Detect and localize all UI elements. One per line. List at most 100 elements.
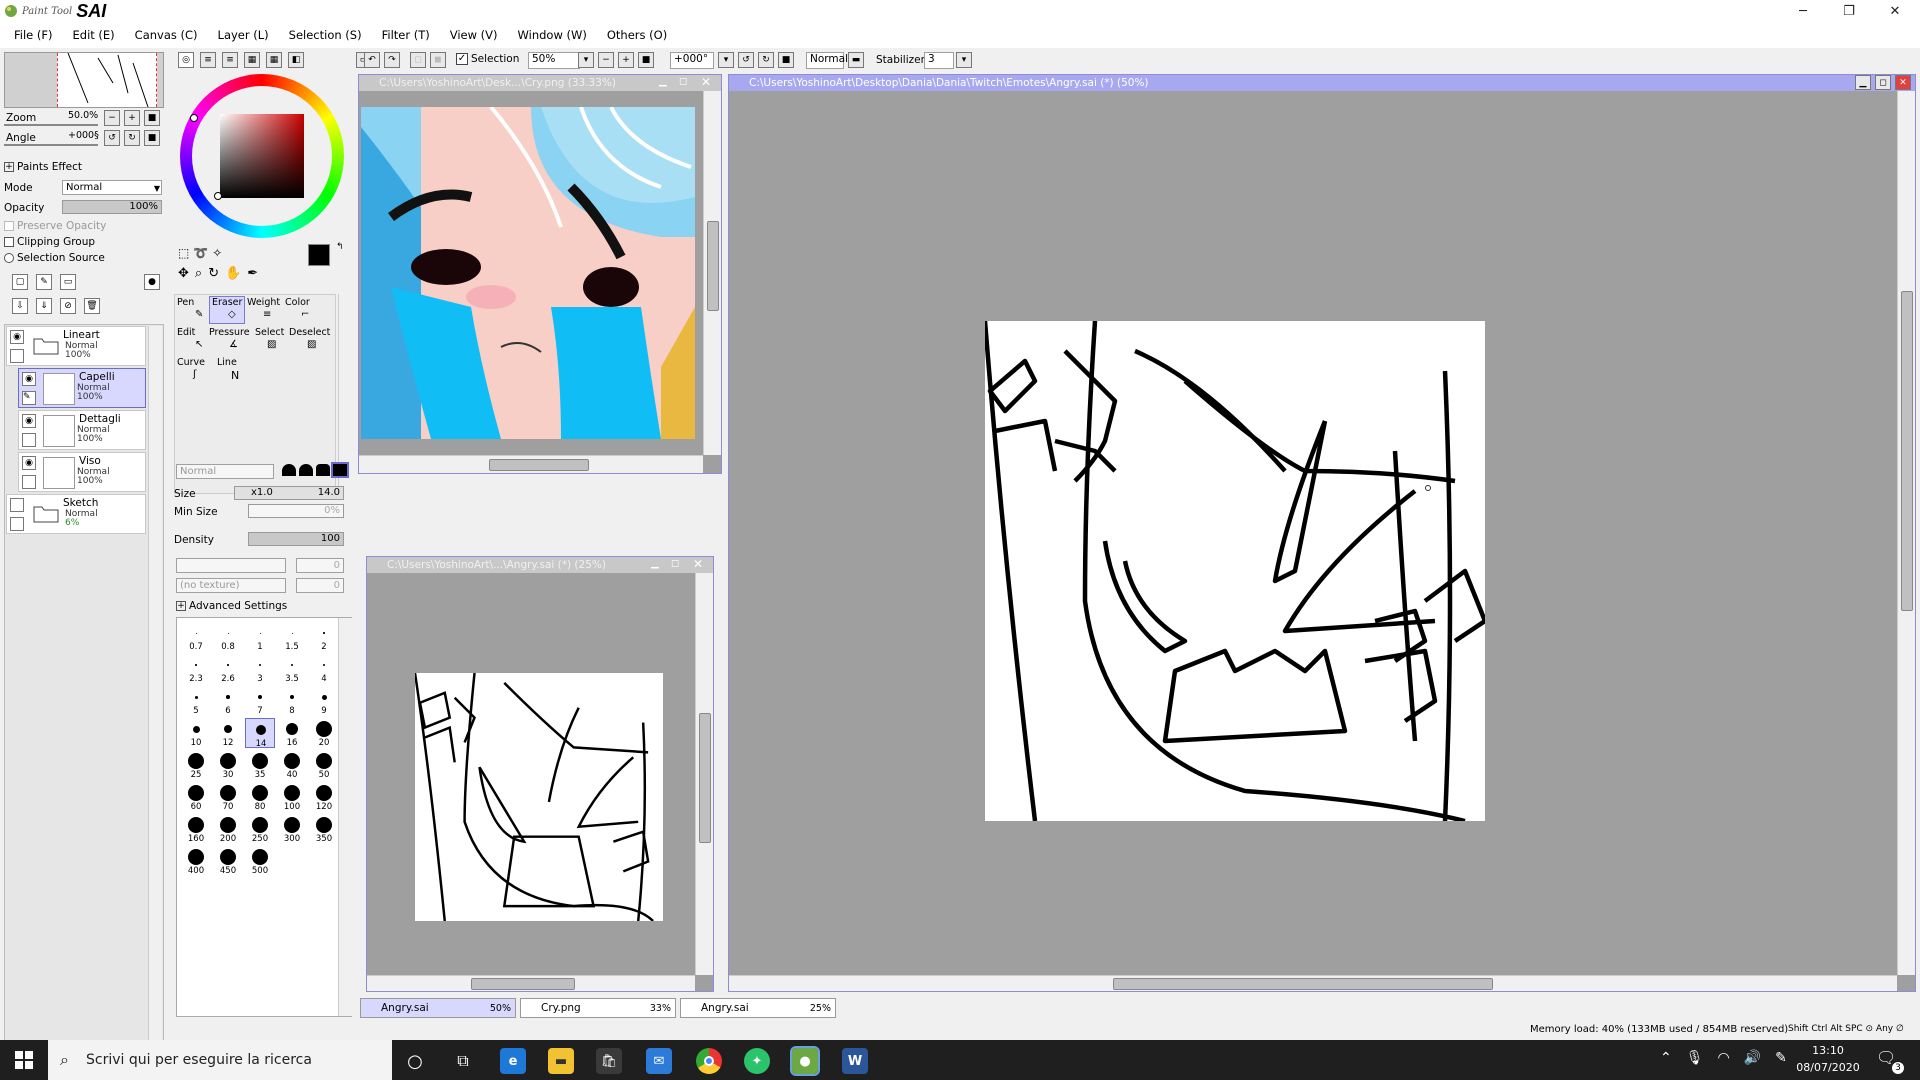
eyedropper-icon[interactable]: ✒ bbox=[247, 266, 258, 281]
texture-strength-field-1[interactable]: 0 bbox=[296, 558, 344, 573]
doc-maximize-icon[interactable]: ◻ bbox=[679, 76, 687, 87]
tool-weight[interactable]: Weight ≡ bbox=[247, 297, 281, 323]
brush-size-preset[interactable]: 2.6 bbox=[213, 654, 243, 684]
brush-size-preset[interactable]: 2.3 bbox=[181, 654, 211, 684]
taskbar-search-box[interactable]: ⌕ Scrivi qui per eseguire la ricerca bbox=[48, 1040, 392, 1080]
tool-curve[interactable]: Curve ʃ bbox=[177, 357, 207, 383]
angry-main-canvas[interactable] bbox=[985, 321, 1485, 821]
mode-select[interactable]: Normal ▼ bbox=[62, 180, 162, 195]
angry-small-vertical-scrollbar[interactable] bbox=[695, 573, 713, 975]
brush-size-preset[interactable]: 14 bbox=[245, 718, 275, 749]
brush-size-preset[interactable]: 2 bbox=[309, 622, 339, 652]
tool-color[interactable]: Color ⌐ bbox=[285, 297, 319, 323]
brush-size-preset[interactable]: 10 bbox=[181, 718, 211, 748]
rotate-ccw-icon[interactable]: ↺ bbox=[738, 52, 754, 68]
scrollbar-thumb[interactable] bbox=[707, 221, 719, 311]
layer-sketch[interactable]: Sketch Normal 6% bbox=[6, 494, 146, 534]
brush-size-preset[interactable]: 70 bbox=[213, 782, 243, 812]
brush-size-preset[interactable]: 16 bbox=[277, 718, 307, 748]
green-app-icon[interactable]: ✦ bbox=[744, 1048, 770, 1074]
doc-minimize-icon[interactable]: ▁ bbox=[651, 558, 659, 569]
layer-lock-checkbox[interactable] bbox=[22, 433, 36, 447]
brush-size-preset[interactable]: 9 bbox=[309, 686, 339, 716]
menu-view[interactable]: View (V) bbox=[440, 28, 508, 42]
word-icon[interactable]: W bbox=[842, 1048, 868, 1074]
brush-size-preset[interactable]: 200 bbox=[213, 814, 243, 844]
menu-selection[interactable]: Selection (S) bbox=[279, 28, 372, 42]
menu-layer[interactable]: Layer (L) bbox=[208, 28, 279, 42]
opacity-slider[interactable]: 100% bbox=[62, 200, 162, 214]
cry-canvas[interactable] bbox=[361, 107, 695, 439]
layer-lineart[interactable]: ◉ Lineart Normal 100% bbox=[6, 326, 146, 366]
tool-select[interactable]: Select ▨ bbox=[255, 327, 285, 353]
cry-vertical-scrollbar[interactable] bbox=[703, 91, 721, 455]
visibility-toggle[interactable] bbox=[10, 498, 24, 512]
restore-button[interactable]: ❐ bbox=[1826, 0, 1872, 22]
brush-size-preset[interactable]: 250 bbox=[245, 814, 275, 844]
brush-size-preset[interactable]: 500 bbox=[245, 846, 275, 876]
texture-strength-field-2[interactable]: 0 bbox=[296, 578, 344, 593]
brush-size-preset[interactable]: 4 bbox=[309, 654, 339, 684]
scrollbar-thumb[interactable] bbox=[1901, 291, 1913, 611]
brush-size-preset[interactable]: 400 bbox=[181, 846, 211, 876]
brush-size-preset[interactable]: 35 bbox=[245, 750, 275, 780]
lasso-icon[interactable]: ➰ bbox=[193, 246, 208, 260]
tool-pen[interactable]: Pen ✎ bbox=[177, 297, 207, 323]
document-window-angry-small[interactable]: C:\Users\YoshinoArt\...\Angry.sai (*) (2… bbox=[366, 556, 714, 992]
brush-size-preset[interactable]: 60 bbox=[181, 782, 211, 812]
merge-down-button[interactable]: ⇓ bbox=[36, 298, 52, 314]
brush-size-preset[interactable]: 12 bbox=[213, 718, 243, 748]
eye-icon[interactable]: ◉ bbox=[10, 330, 24, 344]
paint-tool-sai-icon[interactable]: ● bbox=[790, 1046, 820, 1076]
brush-texture-select[interactable] bbox=[176, 558, 286, 573]
eye-icon[interactable]: ◉ bbox=[22, 372, 36, 386]
pen-ink-icon[interactable]: ✎ bbox=[1775, 1050, 1787, 1066]
rotate-reset-icon[interactable]: ■ bbox=[778, 52, 794, 68]
angry-main-horizontal-scrollbar[interactable] bbox=[729, 975, 1897, 991]
tray-chevron-up-icon[interactable]: ⌃ bbox=[1660, 1050, 1672, 1066]
network-icon[interactable]: ◠ bbox=[1718, 1050, 1730, 1066]
layers-scrollbar[interactable] bbox=[148, 326, 162, 1042]
brush-size-preset[interactable]: 40 bbox=[277, 750, 307, 780]
new-linework-layer-button[interactable]: ✎ bbox=[36, 274, 52, 290]
brush-size-preset[interactable]: 80 bbox=[245, 782, 275, 812]
deselect-icon[interactable]: ◻ bbox=[410, 52, 426, 68]
trash-icon[interactable]: 🗑 bbox=[84, 298, 100, 314]
brush-size-preset[interactable]: 300 bbox=[277, 814, 307, 844]
tool-pressure[interactable]: Pressure ∡ bbox=[209, 327, 250, 353]
zoom-slider[interactable] bbox=[4, 124, 98, 126]
doc-tab-cry-33[interactable]: Cry.png 33% bbox=[520, 998, 676, 1018]
brush-size-preset[interactable]: 3.5 bbox=[277, 654, 307, 684]
doc-maximize-icon[interactable]: ◻ bbox=[1875, 75, 1891, 90]
document-title-bar[interactable]: C:\Users\YoshinoArt\...\Angry.sai (*) (2… bbox=[367, 557, 713, 573]
preserve-opacity-checkbox[interactable]: Preserve Opacity bbox=[4, 220, 106, 232]
doc-tab-angry-25[interactable]: Angry.sai 25% bbox=[680, 998, 836, 1018]
zoom-out-icon[interactable]: − bbox=[598, 52, 614, 68]
edge-browser-icon[interactable]: e bbox=[500, 1048, 526, 1074]
microphone-icon[interactable]: 🎙 bbox=[1686, 1050, 1704, 1066]
brush-shape-icon[interactable] bbox=[299, 464, 313, 476]
menu-window[interactable]: Window (W) bbox=[508, 28, 597, 42]
navigator-preview[interactable] bbox=[4, 52, 164, 108]
minimize-button[interactable]: ─ bbox=[1780, 0, 1826, 22]
swatches-tab-icon[interactable]: ▦ bbox=[266, 52, 282, 68]
pen-lock-icon[interactable]: ✎ bbox=[22, 391, 36, 405]
texture-select[interactable]: (no texture) bbox=[176, 578, 286, 593]
redo-icon[interactable]: ↷ bbox=[384, 52, 400, 68]
zoom-out-button[interactable]: − bbox=[104, 110, 120, 126]
min-size-slider[interactable]: 0% bbox=[248, 504, 344, 518]
move-icon[interactable]: ✥ bbox=[178, 266, 189, 281]
doc-maximize-icon[interactable]: ◻ bbox=[671, 558, 679, 569]
mail-icon[interactable]: ✉ bbox=[646, 1048, 672, 1074]
menu-edit[interactable]: Edit (E) bbox=[63, 28, 125, 42]
sv-picker-handle[interactable] bbox=[214, 192, 222, 200]
brush-size-preset[interactable]: 5 bbox=[181, 686, 211, 716]
clipping-group-checkbox[interactable]: Clipping Group bbox=[4, 236, 95, 248]
scrollbar-thumb[interactable] bbox=[471, 978, 575, 990]
doc-close-icon[interactable]: ✕ bbox=[693, 557, 703, 571]
brush-size-preset[interactable]: 160 bbox=[181, 814, 211, 844]
brush-grid-scrollbar[interactable] bbox=[338, 618, 352, 1016]
size-slider[interactable]: x1.0 14.0 bbox=[234, 486, 344, 500]
mask-button[interactable]: ● bbox=[144, 274, 160, 290]
selection-source-radio[interactable]: Selection Source bbox=[4, 252, 105, 264]
